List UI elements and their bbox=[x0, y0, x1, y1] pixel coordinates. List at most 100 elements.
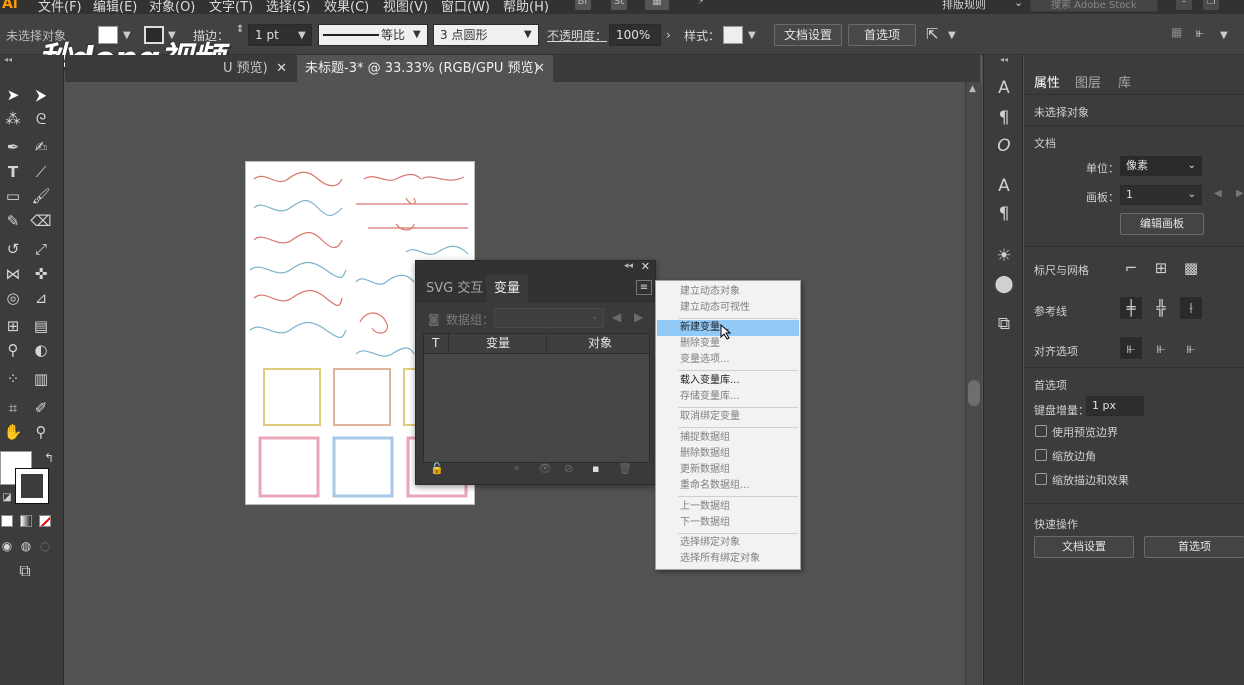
eyedropper-icon[interactable]: ⚲ bbox=[2, 339, 24, 361]
gradient-icon[interactable]: ▤ bbox=[30, 315, 52, 337]
color-mode-icon[interactable] bbox=[1, 515, 13, 527]
menu-item-variable-options[interactable]: 变量选项... bbox=[657, 352, 799, 368]
strip-collapse-icon[interactable]: ◂◂ bbox=[984, 55, 1024, 65]
scale-strokes-effects-checkbox[interactable] bbox=[1035, 473, 1047, 485]
units-select[interactable]: 像素 ⌄ bbox=[1120, 156, 1202, 176]
paintbrush-icon[interactable]: 🖌 bbox=[30, 185, 52, 207]
close-panel-icon[interactable]: ✕ bbox=[641, 260, 650, 273]
lock-guides-icon[interactable]: ╬ bbox=[1150, 297, 1172, 319]
menu-item-capture-dataset[interactable]: 捕捉数据组 bbox=[657, 430, 799, 446]
workspace-switcher[interactable]: 排版规则 bbox=[942, 0, 986, 12]
character-panel-icon[interactable]: A bbox=[993, 77, 1015, 99]
menu-type[interactable]: 文字(T) bbox=[209, 0, 253, 14]
menu-item-update-dataset[interactable]: 更新数据组 bbox=[657, 462, 799, 478]
menu-item-make-object-dynamic[interactable]: 建立动态对象 bbox=[657, 284, 799, 300]
tab-libraries[interactable]: 库 bbox=[1118, 72, 1131, 91]
restore-icon[interactable]: ❐ bbox=[1203, 0, 1219, 10]
collapse-panel-icon[interactable]: ◂◂ bbox=[624, 261, 633, 271]
graph-icon[interactable]: ▥ bbox=[30, 368, 52, 390]
show-guides-icon[interactable]: ╪ bbox=[1120, 297, 1142, 319]
menu-item-save-variable-library[interactable]: 存储变量库... bbox=[657, 389, 799, 405]
dataset-select[interactable]: ⌄ bbox=[494, 308, 604, 328]
close-tab-icon[interactable]: ✕ bbox=[534, 55, 545, 82]
rulers-icon[interactable]: ⌐ bbox=[1120, 257, 1142, 279]
preferences-button[interactable]: 首选项 bbox=[848, 24, 916, 46]
scroll-thumb[interactable] bbox=[968, 380, 980, 406]
make-object-dynamic-icon[interactable]: ⚬ bbox=[512, 462, 521, 475]
none-mode-icon[interactable] bbox=[39, 515, 51, 527]
unbind-variable-icon[interactable]: ⊘ bbox=[564, 462, 573, 475]
tab-svg-interactivity[interactable]: SVG 交互 bbox=[418, 275, 491, 302]
workspace-chevron-icon[interactable]: ⌄ bbox=[1014, 0, 1023, 9]
stroke-stepper-icon[interactable]: ⇕ bbox=[236, 24, 244, 35]
tab-variables[interactable]: 变量 bbox=[486, 275, 529, 302]
keyboard-increment-input[interactable]: 1 px bbox=[1086, 396, 1144, 416]
type-icon[interactable]: T bbox=[2, 161, 24, 183]
next-dataset-icon[interactable]: ▶ bbox=[634, 310, 643, 324]
gpu-performance-icon[interactable]: ⚡ bbox=[693, 0, 709, 10]
menu-edit[interactable]: 编辑(E) bbox=[93, 0, 137, 14]
swap-colors-icon[interactable]: ↰ bbox=[38, 447, 60, 469]
stock-search-input[interactable]: 搜索 Adobe Stock bbox=[1030, 0, 1158, 12]
direct-selection-tool-icon[interactable]: ⮞ bbox=[30, 84, 52, 106]
transparency-panel-icon[interactable]: ⬤ bbox=[993, 273, 1015, 295]
tab-layers[interactable]: 图层 bbox=[1075, 72, 1101, 91]
document-tab-inactive[interactable]: U 预览) ✕ bbox=[65, 55, 295, 82]
bridge-icon[interactable]: Br bbox=[575, 0, 591, 10]
perspective-icon[interactable]: ⊿ bbox=[30, 287, 52, 309]
symbol-sprayer-icon[interactable]: ⁘ bbox=[2, 368, 24, 390]
menu-item-select-all-bound-objects[interactable]: 选择所有绑定对象 bbox=[657, 551, 799, 567]
zoom-icon[interactable]: ⚲ bbox=[30, 421, 52, 443]
draw-inside-icon[interactable]: ◌ bbox=[34, 535, 56, 557]
shape-builder-icon[interactable]: ◎ bbox=[2, 287, 24, 309]
menu-select[interactable]: 选择(S) bbox=[266, 0, 310, 14]
align-chevron-icon[interactable]: ▼ bbox=[1220, 30, 1228, 41]
transparency-grid-icon[interactable]: ▩ bbox=[1180, 257, 1202, 279]
menu-effect[interactable]: 效果(C) bbox=[324, 0, 369, 14]
rotate-icon[interactable]: ↺ bbox=[2, 238, 24, 260]
menu-item-rename-dataset[interactable]: 重命名数据组... bbox=[657, 478, 799, 494]
menu-item-load-variable-library[interactable]: 载入变量库... bbox=[657, 373, 799, 389]
curvature-icon[interactable]: ✍ bbox=[30, 136, 52, 158]
blend-icon[interactable]: ◐ bbox=[30, 339, 52, 361]
appearance-panel-icon[interactable]: ☀ bbox=[993, 245, 1015, 267]
scale-corners-checkbox[interactable] bbox=[1035, 449, 1047, 461]
panel-menu-icon[interactable]: ≡ bbox=[636, 280, 652, 295]
tab-properties[interactable]: 属性 bbox=[1034, 72, 1060, 91]
default-colors-icon[interactable]: ◪ bbox=[0, 487, 18, 509]
quick-preferences-button[interactable]: 首选项 bbox=[1144, 536, 1244, 558]
transform-panel-icon[interactable]: ⧉ bbox=[993, 313, 1015, 335]
arrange-chevron-icon[interactable]: ▼ bbox=[948, 30, 956, 41]
menu-item-next-dataset[interactable]: 下一数据组 bbox=[657, 515, 799, 531]
next-artboard-icon[interactable]: ▶ bbox=[1236, 188, 1244, 199]
toolbar-collapse-icon[interactable]: ◂◂ bbox=[0, 55, 64, 65]
selection-tool-icon[interactable]: ➤ bbox=[2, 84, 24, 106]
panel-titlebar[interactable]: ◂◂ ✕ bbox=[416, 260, 655, 275]
artboard-select[interactable]: 1 ⌄ bbox=[1120, 185, 1202, 205]
gradient-mode-icon[interactable] bbox=[20, 515, 32, 527]
previous-artboard-icon[interactable]: ◀ bbox=[1214, 188, 1222, 199]
document-setup-button[interactable]: 文档设置 bbox=[774, 24, 842, 46]
menu-item-previous-dataset[interactable]: 上一数据组 bbox=[657, 499, 799, 515]
pen-icon[interactable]: ✒ bbox=[2, 136, 24, 158]
rectangle-icon[interactable]: ▭ bbox=[2, 185, 24, 207]
mesh-icon[interactable]: ⊞ bbox=[2, 315, 24, 337]
close-tab-icon[interactable]: ✕ bbox=[276, 55, 287, 82]
lasso-icon[interactable]: ᘓ bbox=[30, 108, 52, 130]
align-grid-icon[interactable]: ▦ bbox=[1171, 25, 1182, 39]
minimize-icon[interactable]: – bbox=[1176, 0, 1192, 10]
artboard-icon[interactable]: ⌗ bbox=[2, 397, 24, 419]
line-icon[interactable]: ⟋ bbox=[30, 161, 52, 183]
screen-mode-icon[interactable]: ⧉ bbox=[14, 560, 36, 582]
canvas-vertical-scrollbar[interactable]: ▲ bbox=[965, 82, 982, 685]
graphic-style-swatch[interactable] bbox=[723, 26, 743, 44]
previous-dataset-icon[interactable]: ◀ bbox=[612, 310, 621, 324]
paragraph-panel-icon[interactable]: ¶ bbox=[993, 107, 1015, 129]
grid-icon[interactable]: ⊞ bbox=[1150, 257, 1172, 279]
align-to-key-object-icon[interactable]: ⫦ bbox=[1150, 337, 1172, 359]
quick-document-setup-button[interactable]: 文档设置 bbox=[1034, 536, 1134, 558]
menu-item-select-bound-object[interactable]: 选择绑定对象 bbox=[657, 535, 799, 551]
delete-variable-icon[interactable]: 🗑 bbox=[618, 462, 632, 475]
opacity-expand-icon[interactable]: › bbox=[666, 28, 671, 42]
menu-object[interactable]: 对象(O) bbox=[149, 0, 195, 14]
